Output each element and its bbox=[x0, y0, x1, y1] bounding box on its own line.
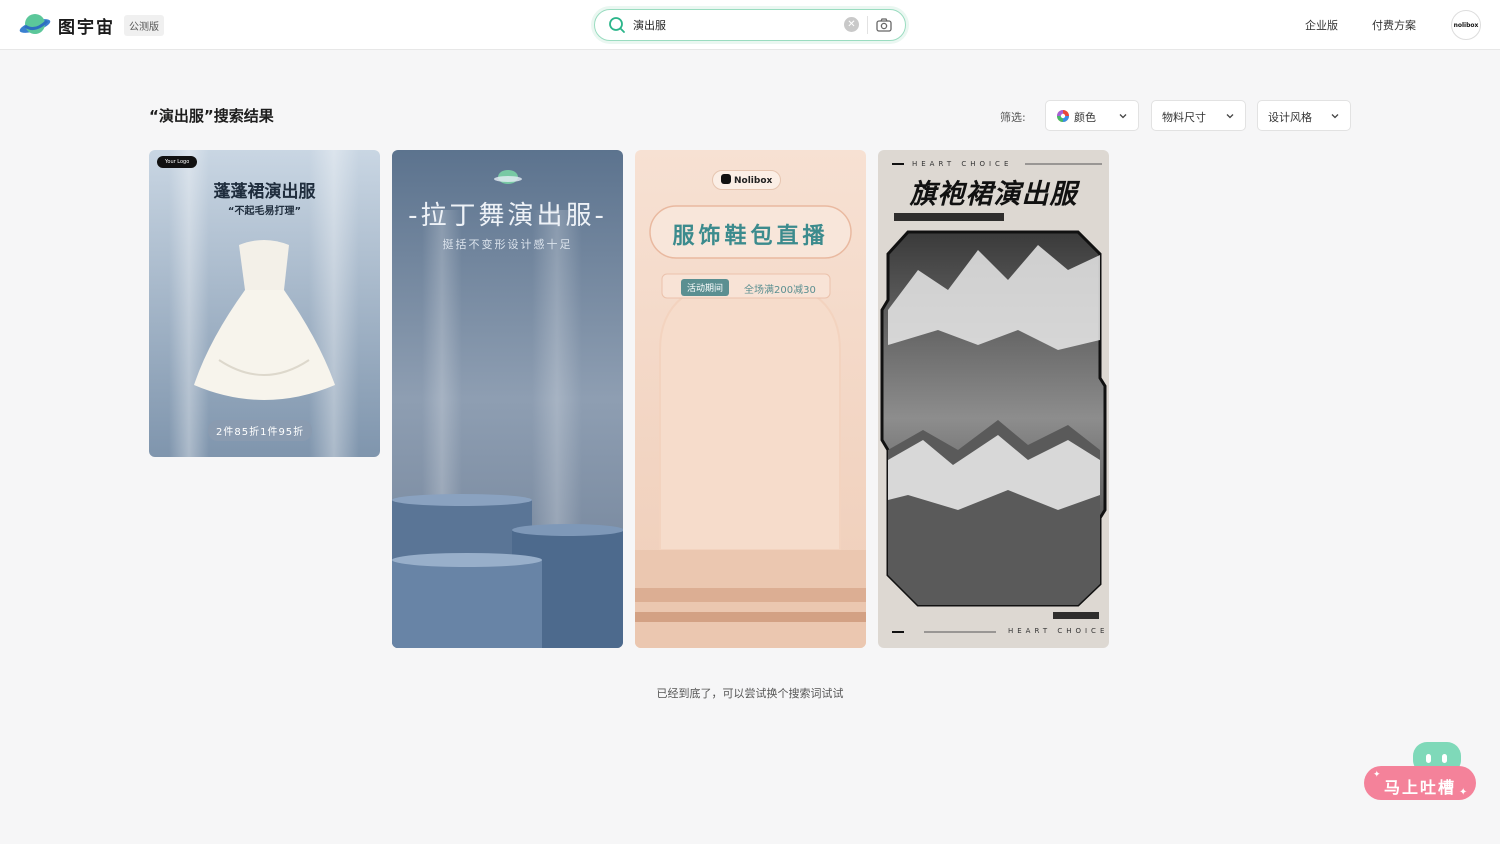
result-card-livestream[interactable]: Nolibox 服饰鞋包直播 活动期间 全场满200减30 bbox=[635, 150, 866, 648]
filter-label: 筛选: bbox=[1000, 111, 1026, 124]
result-card-tutu-dress[interactable]: Your Logo 蓬蓬裙演出服 “不起毛易打理” 2件85折1件95折 bbox=[149, 150, 380, 457]
color-wheel-icon bbox=[1057, 110, 1069, 125]
top-bar: 图宇宙 公测版 ✕ 企业版 付费方案 nolibox bbox=[0, 0, 1500, 50]
brand-chip: Nolibox bbox=[712, 170, 782, 190]
page-title: “演出服”搜索结果 bbox=[149, 107, 274, 125]
discount-badge: 2件85折1件95折 bbox=[208, 420, 313, 441]
color-filter-label: 颜色 bbox=[1074, 111, 1096, 124]
style-filter-dropdown[interactable]: 设计风格 bbox=[1257, 100, 1351, 131]
color-filter-dropdown[interactable]: 颜色 bbox=[1045, 100, 1139, 131]
chevron-down-icon bbox=[1225, 111, 1235, 124]
planet-logo-icon bbox=[18, 11, 52, 39]
card-title: 旗袍裙演出服 bbox=[909, 179, 1078, 210]
card-bottom-caption: HEART CHOICE bbox=[1008, 627, 1109, 635]
svg-text:✦: ✦ bbox=[1459, 787, 1467, 798]
result-card-qipao[interactable]: HEART CHOICE 旗袍裙演出服 HEART CHOICE bbox=[878, 150, 1109, 648]
svg-text:✦: ✦ bbox=[1373, 770, 1381, 780]
result-card-latin-dance[interactable]: -拉丁舞演出服- 挺括不变形设计感十足 bbox=[392, 150, 623, 648]
card-artwork bbox=[878, 150, 1109, 648]
card-logo-badge: Your Logo bbox=[157, 156, 198, 168]
search-box[interactable]: ✕ bbox=[594, 9, 906, 41]
brand-chip-label: Nolibox bbox=[734, 176, 773, 186]
card-title: 蓬蓬裙演出服 bbox=[213, 182, 316, 202]
card-title: 服饰鞋包直播 bbox=[672, 224, 829, 249]
card-top-caption: HEART CHOICE bbox=[912, 160, 1013, 168]
camera-icon[interactable] bbox=[875, 16, 893, 38]
search-icon[interactable] bbox=[608, 16, 626, 38]
beta-badge: 公测版 bbox=[124, 14, 164, 36]
enterprise-link[interactable]: 企业版 bbox=[1305, 17, 1338, 33]
promo-tag: 活动期间 bbox=[681, 279, 730, 296]
card-title: -拉丁舞演出服- bbox=[408, 201, 607, 231]
brand-logo[interactable]: 图宇宙 公测版 bbox=[18, 11, 164, 39]
end-of-results-text: 已经到底了，可以尝试换个搜索词试试 bbox=[656, 687, 844, 700]
feedback-button[interactable]: ✦ ✦ 马上吐槽 bbox=[1362, 740, 1478, 802]
chevron-down-icon bbox=[1118, 111, 1128, 124]
card-subtitle: 挺括不变形设计感十足 bbox=[442, 238, 573, 251]
size-filter-label: 物料尺寸 bbox=[1162, 111, 1206, 124]
style-filter-label: 设计风格 bbox=[1268, 111, 1312, 124]
brand-name: 图宇宙 bbox=[58, 17, 115, 38]
size-filter-dropdown[interactable]: 物料尺寸 bbox=[1151, 100, 1246, 131]
card-subtitle: “不起毛易打理” bbox=[227, 206, 302, 217]
feedback-label: 马上吐槽 bbox=[1384, 778, 1457, 797]
chevron-down-icon bbox=[1330, 111, 1340, 124]
nolibox-logo-icon bbox=[721, 174, 731, 184]
search-input[interactable] bbox=[633, 16, 833, 34]
promo-text: 全场满200减30 bbox=[744, 285, 816, 296]
avatar[interactable]: nolibox bbox=[1451, 10, 1481, 40]
pricing-link[interactable]: 付费方案 bbox=[1372, 17, 1416, 33]
clear-search-icon[interactable]: ✕ bbox=[844, 17, 859, 32]
search-divider bbox=[867, 16, 868, 34]
